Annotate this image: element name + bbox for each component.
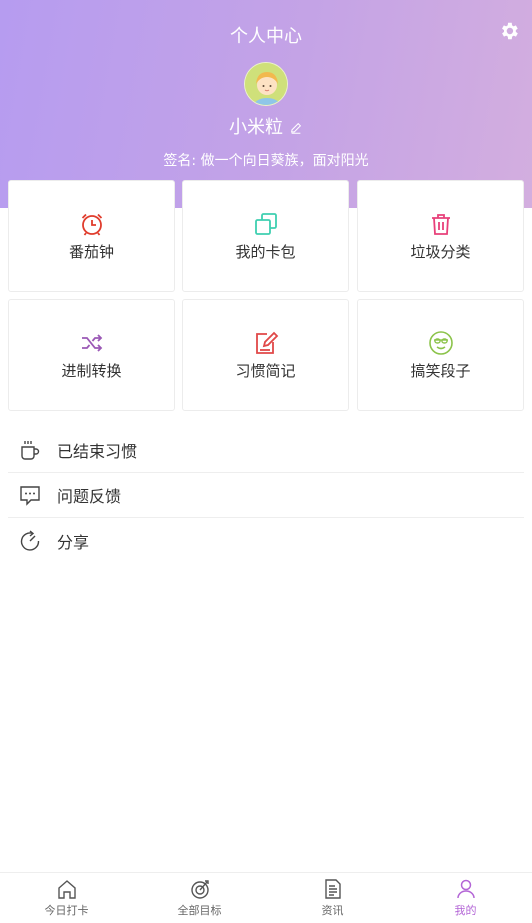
tab-label: 资讯: [321, 904, 344, 917]
tab-label: 全部目标: [177, 904, 222, 917]
card-label: 番茄钟: [68, 242, 114, 261]
list-item-ended-habits[interactable]: 已结束习惯: [8, 428, 524, 473]
card-label: 搞笑段子: [410, 361, 471, 380]
card-tomato-clock[interactable]: 番茄钟: [8, 180, 175, 292]
cup-icon: [21, 441, 40, 460]
username-row: 小米粒: [0, 113, 532, 139]
avatar-illustration: [245, 63, 287, 105]
card-label: 进制转换: [61, 361, 122, 380]
list-item-feedback[interactable]: 问题反馈: [8, 473, 524, 518]
username: 小米粒: [229, 117, 283, 138]
list-label: 已结束习惯: [57, 442, 138, 461]
home-icon: [57, 880, 76, 899]
page-title: 个人中心: [230, 26, 302, 47]
refresh-circle-icon: [20, 529, 40, 551]
list-label: 分享: [57, 532, 90, 552]
avatar[interactable]: [244, 62, 288, 106]
alarm-clock-icon: [81, 213, 102, 236]
trash-icon: [431, 213, 450, 235]
card-habit-notes[interactable]: 习惯简记: [182, 299, 349, 411]
document-icon: [324, 879, 341, 899]
tab-label: 今日打卡: [44, 904, 89, 917]
shuffle-icon: [81, 333, 102, 352]
card-label: 垃圾分类: [410, 242, 471, 261]
tab-label: 我的: [454, 904, 477, 917]
profile-header: 个人中心 小米粒 签名: 做一个向日葵族，面对阳光: [0, 0, 532, 208]
settings-list: 已结束习惯 问题反馈 分享: [8, 428, 524, 563]
card-jokes[interactable]: 搞笑段子: [357, 299, 524, 411]
user-icon: [456, 879, 475, 899]
tab-news[interactable]: 资讯: [266, 873, 399, 923]
tab-mine[interactable]: 我的: [399, 873, 532, 923]
tab-all-goals[interactable]: 全部目标: [133, 873, 266, 923]
chat-bubble-icon: [20, 486, 40, 506]
tab-today-checkin[interactable]: 今日打卡: [0, 873, 133, 923]
card-label: 我的卡包: [235, 242, 296, 261]
bottom-tab-bar: 今日打卡 全部目标 资讯 我的: [0, 872, 532, 923]
card-label: 习惯简记: [235, 361, 296, 380]
target-icon: [190, 880, 209, 899]
card-my-wallet[interactable]: 我的卡包: [182, 180, 349, 292]
list-item-share[interactable]: 分享: [8, 518, 524, 563]
card-garbage-sorting[interactable]: 垃圾分类: [357, 180, 524, 292]
gear-icon[interactable]: [498, 20, 520, 42]
list-label: 问题反馈: [57, 487, 122, 506]
signature-text: 签名: 做一个向日葵族，面对阳光: [163, 153, 369, 169]
edit-pencil-icon[interactable]: [289, 121, 303, 135]
card-base-conversion[interactable]: 进制转换: [8, 299, 175, 411]
note-edit-icon: [255, 331, 278, 354]
card-stack-icon: [254, 212, 277, 235]
sunglasses-smile-icon: [428, 330, 453, 355]
